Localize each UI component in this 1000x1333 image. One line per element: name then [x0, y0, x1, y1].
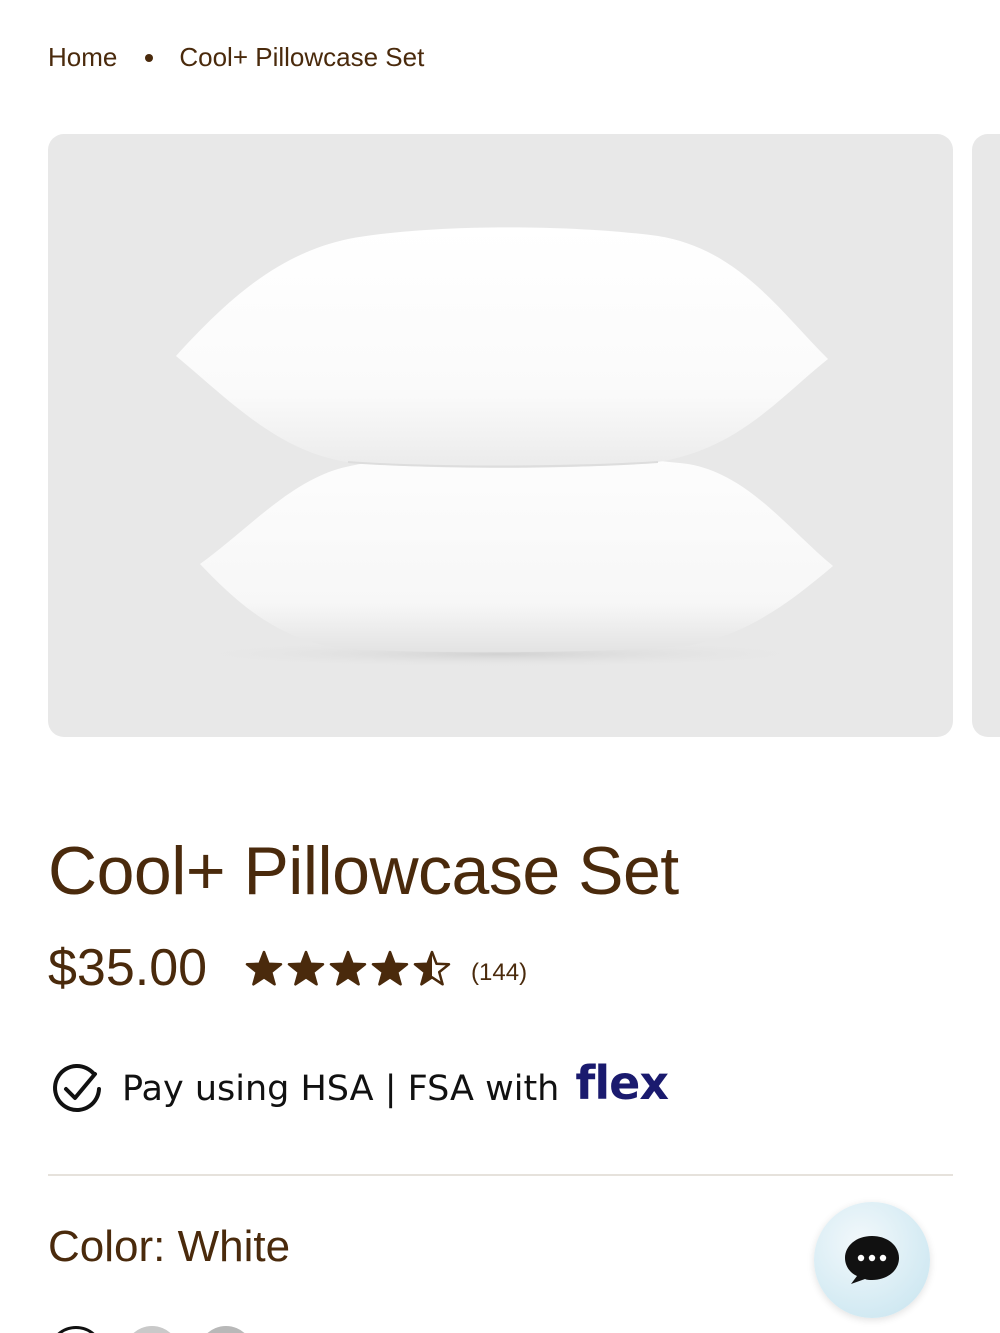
star-rating[interactable] — [245, 950, 455, 986]
section-divider — [48, 1174, 953, 1176]
next-product-image[interactable] — [972, 134, 1000, 737]
breadcrumb-current: Cool+ Pillowcase Set — [179, 42, 425, 72]
breadcrumb-home-link[interactable]: Home — [48, 42, 117, 73]
star-icon — [413, 950, 451, 986]
review-count-link[interactable]: (144) — [471, 959, 527, 987]
check-circle-icon — [53, 1063, 101, 1112]
flex-logo: flex — [575, 1056, 669, 1110]
color-swatch-white[interactable] — [48, 1326, 104, 1333]
chat-button[interactable] — [814, 1202, 930, 1318]
chat-bubble-icon — [845, 1236, 899, 1284]
price-rating-row: $35.00 (144) — [48, 938, 527, 998]
hsa-fsa-text: Pay using HSA | FSA with — [122, 1069, 560, 1109]
star-icon — [371, 950, 409, 986]
product-image[interactable] — [48, 134, 953, 737]
breadcrumb-separator — [145, 53, 154, 62]
star-icon — [329, 950, 367, 986]
product-price: $35.00 — [48, 939, 208, 997]
color-swatch[interactable] — [198, 1326, 254, 1333]
pillows-image — [170, 227, 833, 668]
color-swatch[interactable] — [124, 1326, 180, 1333]
star-icon — [287, 950, 325, 986]
product-page: Home Cool+ Pillowcase Set Cool+ Pillowca… — [0, 0, 1000, 1333]
color-selection-label: Color: White — [48, 1222, 291, 1271]
product-title: Cool+ Pillowcase Set — [48, 833, 679, 909]
star-icon — [245, 950, 283, 986]
hsa-fsa-banner[interactable]: Pay using HSA | FSA with flex — [50, 1056, 669, 1116]
breadcrumb: Home Cool+ Pillowcase Set — [48, 42, 424, 73]
